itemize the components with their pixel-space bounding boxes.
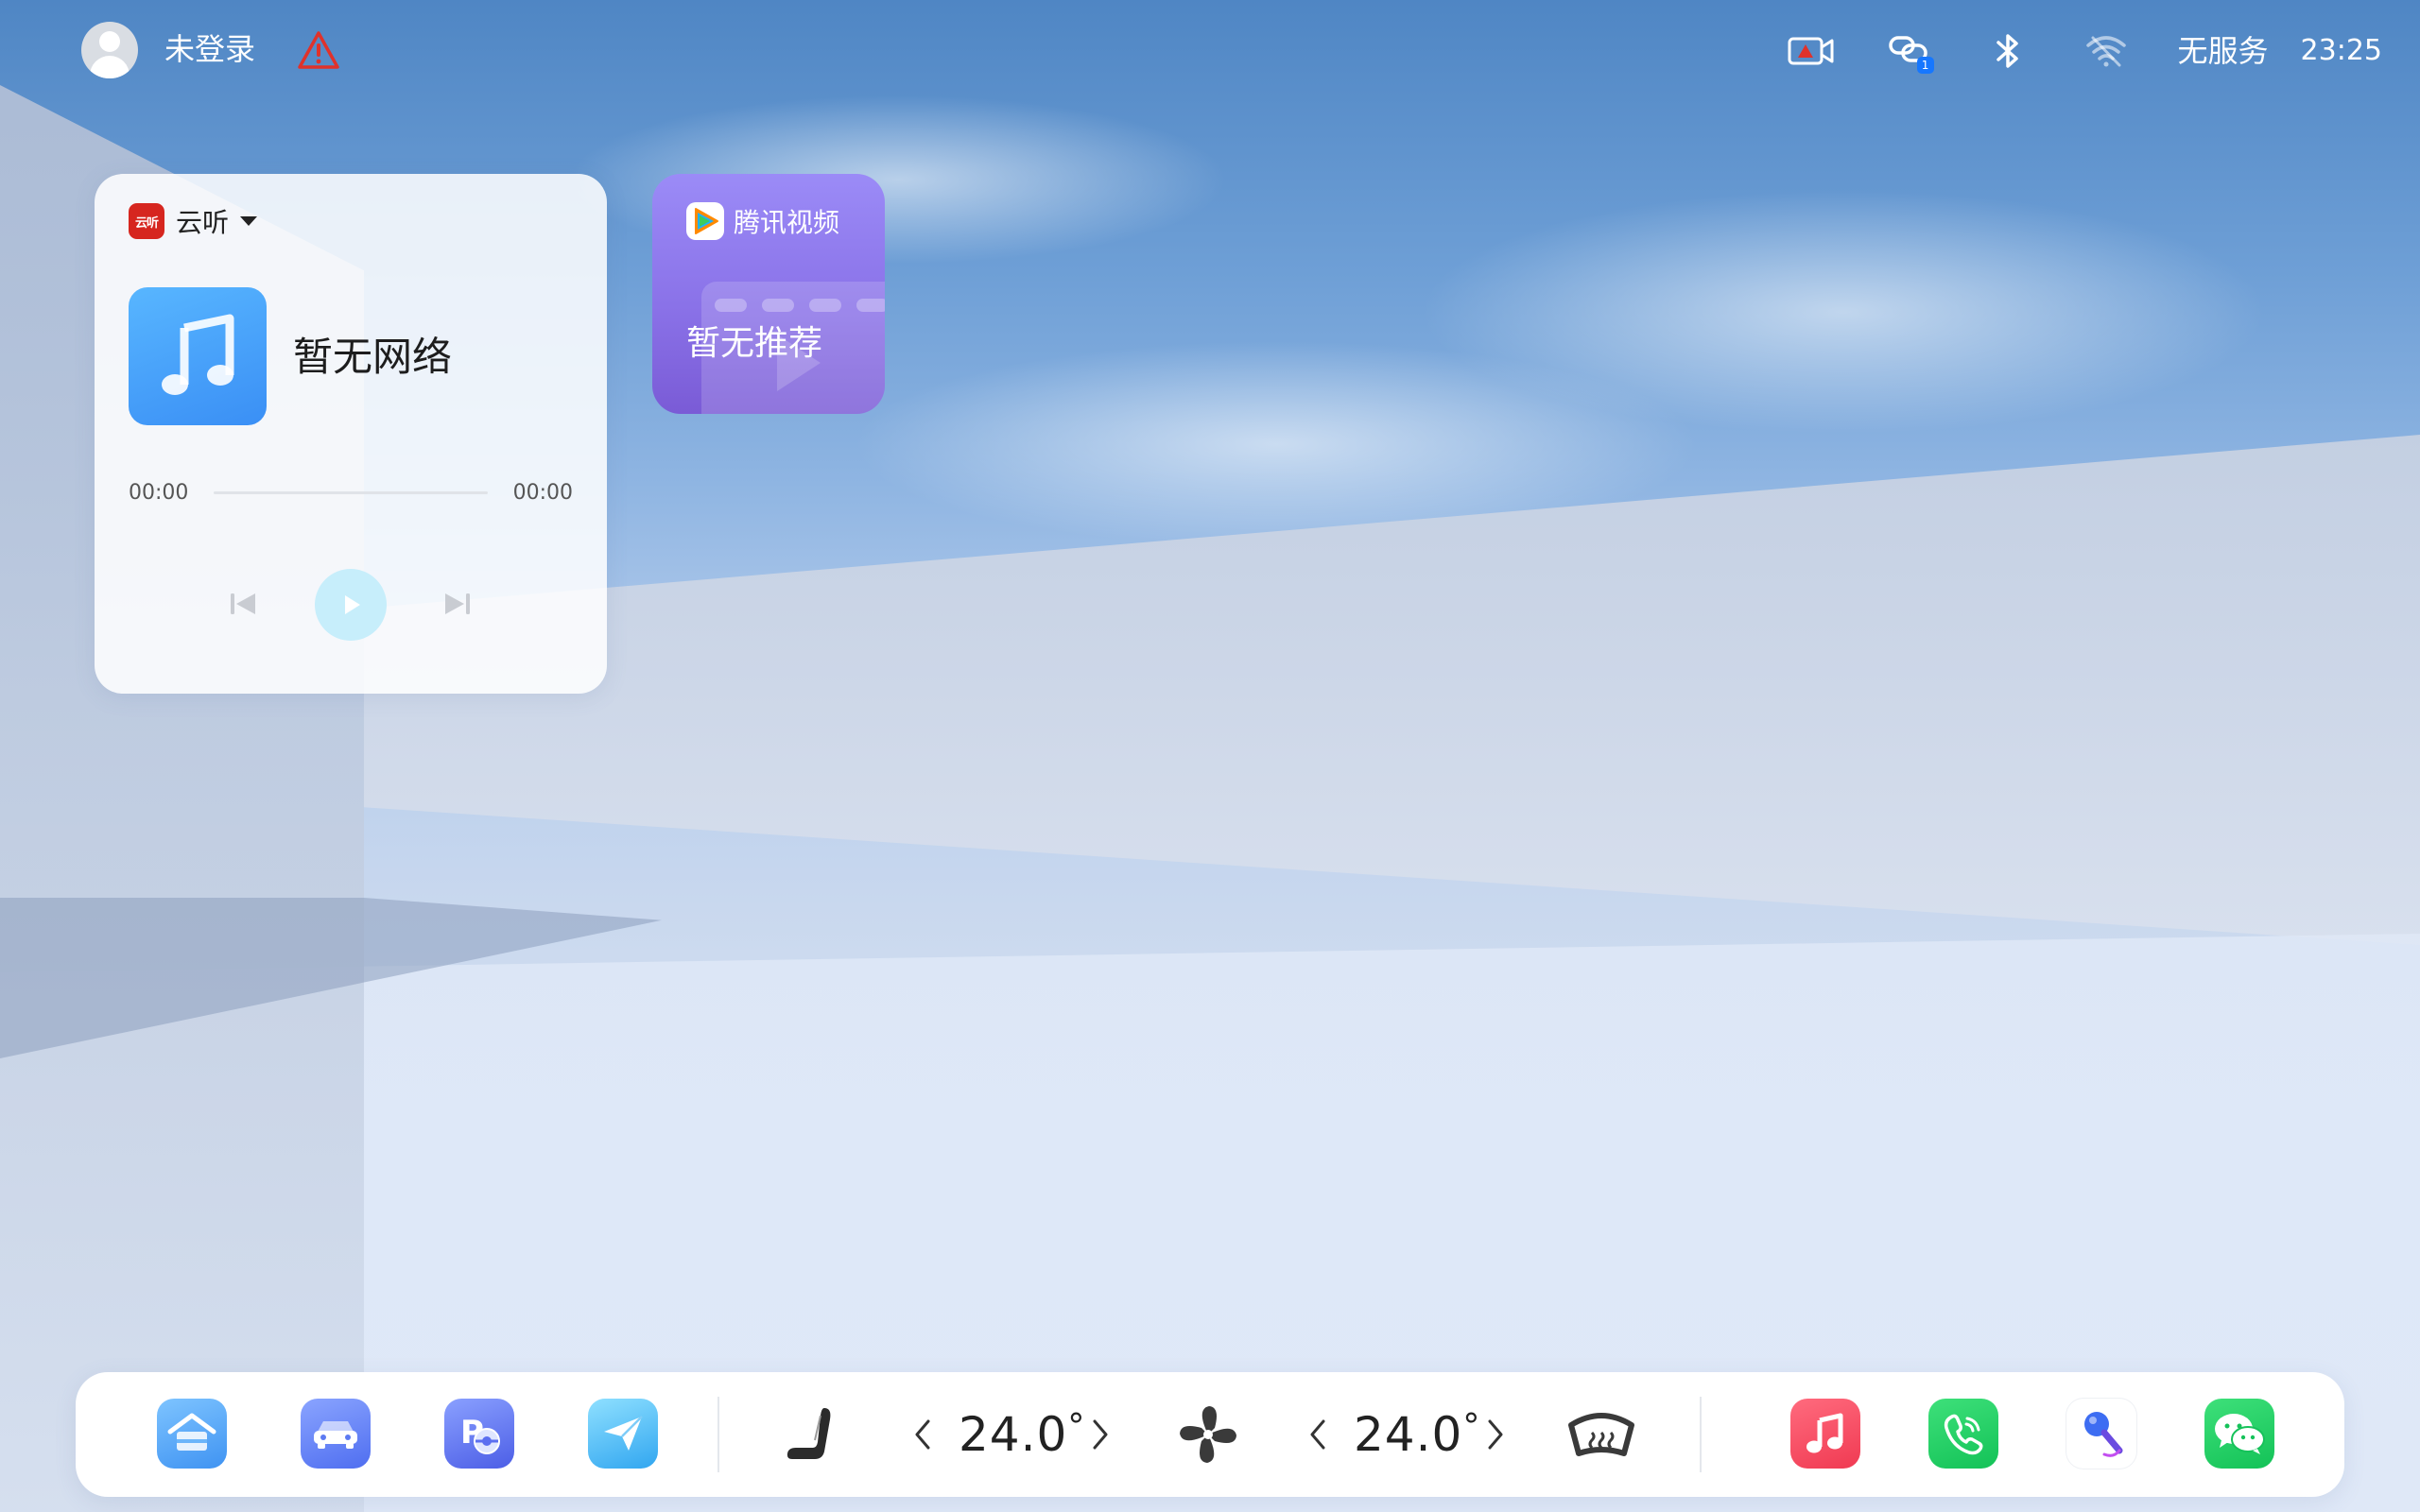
car-app-icon[interactable] <box>301 1399 371 1469</box>
clock-text: 23:25 <box>2300 34 2382 67</box>
bluetooth-icon[interactable] <box>1981 25 2034 77</box>
rear-defrost-icon[interactable] <box>1567 1400 1635 1469</box>
seat-heating-icon[interactable] <box>777 1400 845 1469</box>
music-app-name: 云听 <box>176 207 230 238</box>
music-app-icon[interactable] <box>1790 1399 1860 1469</box>
progress-slider[interactable] <box>214 491 488 494</box>
music-source-selector[interactable]: 云听 云听 <box>129 202 258 240</box>
status-bar: 未登录 1 无服务 23:25 <box>0 0 2420 102</box>
background-cloud <box>1418 189 2269 435</box>
connection-badge: 1 <box>1916 57 1934 74</box>
network-status-text: 无服务 <box>2177 33 2269 69</box>
dashcam-icon[interactable] <box>1785 25 1838 77</box>
video-widget[interactable]: 腾讯视频 暂无推荐 <box>652 174 885 414</box>
tencent-video-logo-icon <box>686 202 724 240</box>
login-status-text[interactable]: 未登录 <box>164 30 255 68</box>
wifi-off-icon[interactable] <box>2080 25 2133 77</box>
wechat-app-icon[interactable] <box>2204 1399 2274 1469</box>
karaoke-app-icon[interactable] <box>2066 1399 2136 1469</box>
playback-controls <box>95 569 607 641</box>
status-bar-right: 1 无服务 23:25 <box>1739 23 2382 79</box>
driver-temp-increase-chevron-right-icon[interactable] <box>1081 1414 1119 1455</box>
avatar-body <box>90 56 130 78</box>
track-title: 暂无网络 <box>293 334 453 380</box>
chevron-down-icon <box>240 216 258 226</box>
navigation-app-icon[interactable] <box>588 1399 658 1469</box>
passenger-temp-decrease-chevron-left-icon[interactable] <box>1299 1414 1337 1455</box>
avatar-head <box>99 31 120 52</box>
parking-app-icon[interactable]: P <box>444 1399 514 1469</box>
play-button[interactable] <box>315 569 387 641</box>
home-app-icon[interactable] <box>157 1399 227 1469</box>
elapsed-time: 00:00 <box>129 481 189 505</box>
yunting-logo-icon: 云听 <box>129 203 164 239</box>
video-app-name: 腾讯视频 <box>734 207 840 238</box>
connection-icon[interactable]: 1 <box>1883 25 1936 77</box>
video-empty-message: 暂无推荐 <box>686 324 823 363</box>
passenger-temp-increase-chevron-right-icon[interactable] <box>1477 1414 1514 1455</box>
dock-divider <box>1700 1397 1702 1472</box>
music-widget[interactable]: 云听 云听 暂无网络 00:00 00:00 <box>95 174 607 694</box>
avatar-icon[interactable] <box>81 22 138 78</box>
warning-icon[interactable] <box>297 30 340 70</box>
passenger-temperature: 24.0° <box>1354 1400 1480 1474</box>
driver-temperature: 24.0° <box>959 1400 1085 1474</box>
background-wall-right <box>364 435 2420 945</box>
next-icon[interactable] <box>441 588 474 620</box>
dock-divider <box>717 1397 719 1472</box>
phone-app-icon[interactable] <box>1928 1399 1998 1469</box>
total-time: 00:00 <box>512 481 573 505</box>
driver-temp-decrease-chevron-left-icon[interactable] <box>904 1414 942 1455</box>
background-wall-shadow <box>0 898 662 1058</box>
previous-icon[interactable] <box>227 588 259 620</box>
fan-icon[interactable] <box>1174 1400 1242 1469</box>
music-note-icon[interactable] <box>129 287 267 425</box>
dock: P 24.0° 24.0° <box>76 1372 2344 1497</box>
video-app-header: 腾讯视频 <box>686 202 839 240</box>
passenger-temperature-value: 24.0 <box>1354 1407 1463 1462</box>
background-cloud <box>851 340 1702 548</box>
play-icon <box>345 595 360 614</box>
driver-temperature-value: 24.0 <box>959 1407 1068 1462</box>
